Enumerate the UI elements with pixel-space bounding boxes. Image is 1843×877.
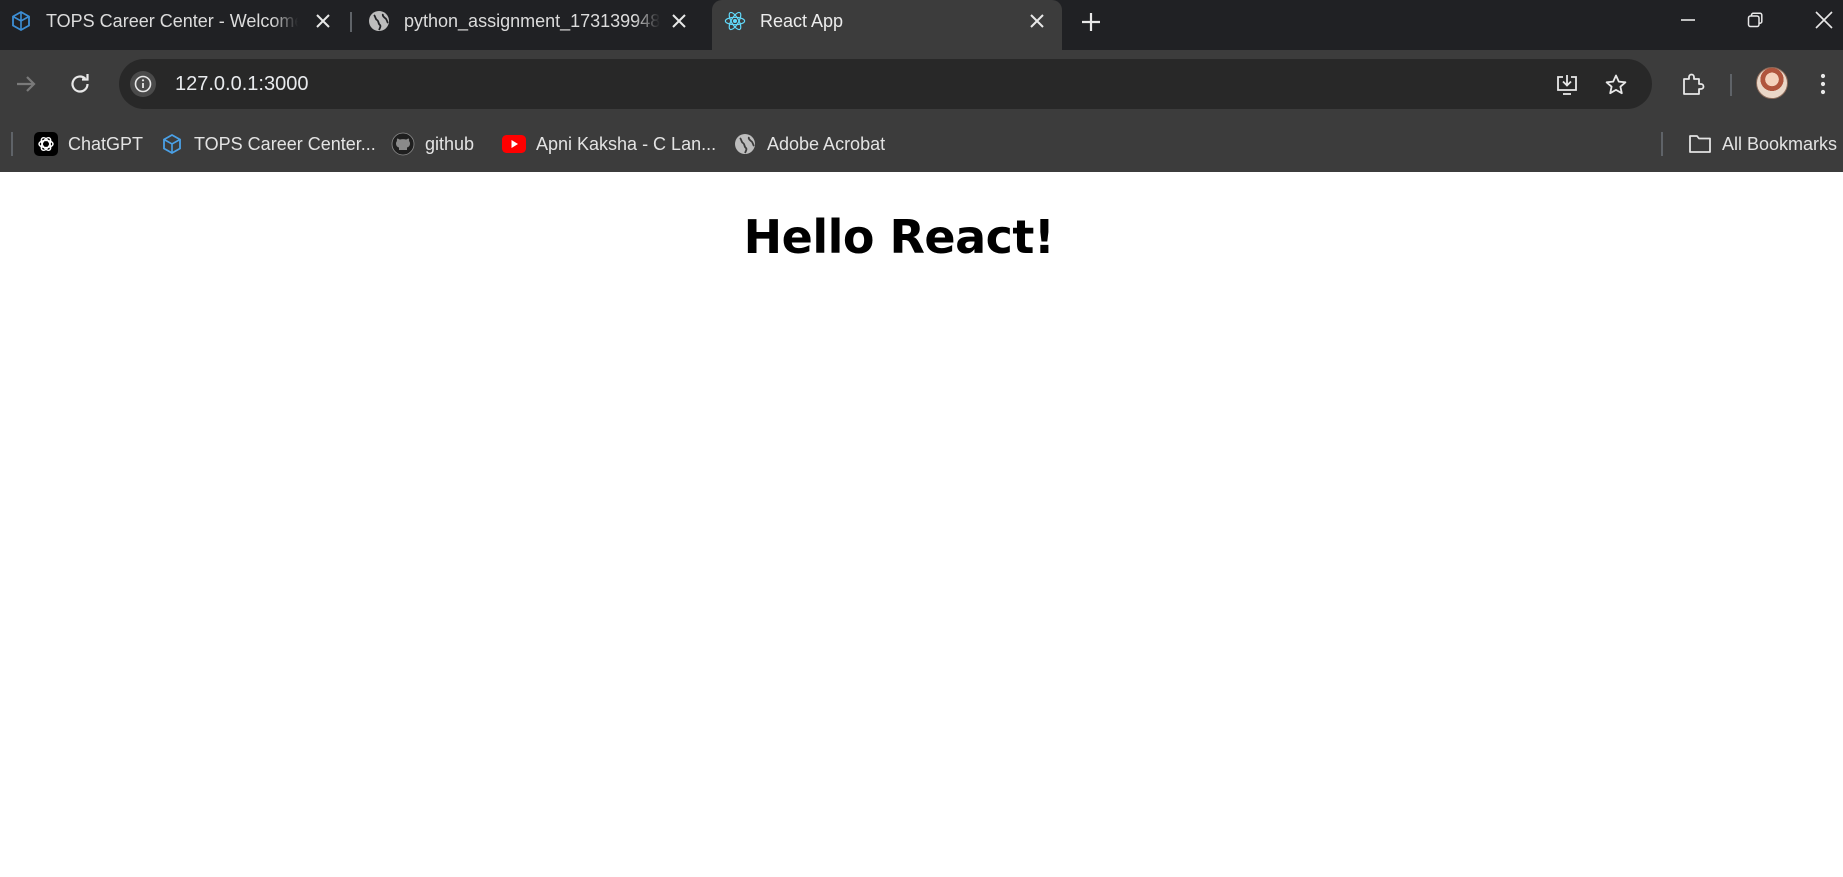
site-info-icon[interactable]	[130, 71, 156, 97]
tops-logo-icon	[10, 10, 32, 32]
close-window-button[interactable]	[1806, 4, 1842, 36]
bookmark-chatgpt[interactable]: ChatGPT	[34, 126, 143, 162]
bookmarks-separator	[1661, 132, 1663, 156]
minimize-button[interactable]	[1670, 4, 1706, 36]
toolbar-divider	[1730, 74, 1732, 96]
forward-button[interactable]	[9, 67, 43, 101]
page-heading: Hello React!	[743, 210, 1055, 264]
globe-icon	[733, 132, 757, 156]
page-viewport: Hello React!	[0, 172, 1843, 877]
url-text[interactable]: 127.0.0.1:3000	[175, 73, 308, 95]
close-tab-icon[interactable]	[668, 10, 690, 32]
restore-button[interactable]	[1737, 4, 1773, 36]
tab-strip: TOPS Career Center - Welcome python_assi…	[0, 0, 1843, 50]
bookmark-star-icon[interactable]	[1602, 71, 1630, 99]
bookmark-apni-kaksha[interactable]: Apni Kaksha - C Lan...	[502, 126, 716, 162]
tab-title: React App	[760, 11, 844, 31]
bookmark-tops-career-center[interactable]: TOPS Career Center...	[160, 126, 376, 162]
bookmark-label: Apni Kaksha - C Lan...	[536, 133, 717, 154]
bookmark-label: TOPS Career Center...	[194, 133, 376, 154]
restore-icon	[1747, 12, 1763, 28]
close-tab-icon[interactable]	[1026, 10, 1048, 32]
tops-logo-icon	[160, 132, 184, 156]
extensions-button[interactable]	[1676, 67, 1710, 101]
bookmark-label: Adobe Acrobat	[767, 133, 886, 154]
all-bookmarks-label: All Bookmarks	[1722, 133, 1838, 154]
puzzle-icon	[1683, 73, 1705, 95]
address-bar[interactable]: 127.0.0.1:3000	[119, 59, 1652, 109]
tab-tops-career-center[interactable]: TOPS Career Center - Welcome	[0, 0, 352, 42]
install-app-icon[interactable]	[1553, 71, 1581, 99]
arrow-right-icon	[17, 76, 36, 92]
all-bookmarks-button[interactable]: All Bookmarks	[1688, 126, 1837, 162]
youtube-icon	[502, 132, 526, 156]
bookmark-adobe-acrobat[interactable]: Adobe Acrobat	[733, 126, 885, 162]
bookmarks-separator	[11, 132, 13, 156]
minimize-icon	[1681, 19, 1695, 21]
react-logo-icon	[724, 10, 746, 32]
close-icon	[1815, 11, 1833, 29]
tab-react-app[interactable]: React App	[712, 0, 1062, 50]
github-icon	[391, 132, 415, 156]
folder-icon	[1688, 132, 1712, 156]
profile-avatar[interactable]	[1756, 67, 1788, 99]
tab-title: TOPS Career Center - Welcome	[46, 11, 298, 31]
tab-title: python_assignment_17313994880	[404, 11, 660, 31]
more-vert-icon	[1820, 73, 1826, 95]
bookmark-label: ChatGPT	[68, 133, 144, 154]
reload-button[interactable]	[63, 67, 97, 101]
tab-python-assignment[interactable]: python_assignment_17313994880	[358, 0, 710, 42]
bookmarks-bar: ChatGPT TOPS Career Center... github Apn…	[0, 118, 1843, 172]
bookmark-github[interactable]: github	[391, 126, 474, 162]
bookmark-label: github	[425, 133, 475, 154]
close-tab-icon[interactable]	[312, 10, 334, 32]
tab-separator	[350, 12, 352, 32]
menu-button[interactable]	[1810, 67, 1836, 101]
browser-toolbar: 127.0.0.1:3000	[0, 50, 1843, 118]
reload-icon	[71, 74, 89, 93]
new-tab-button[interactable]	[1077, 8, 1105, 36]
globe-icon	[368, 10, 390, 32]
chatgpt-icon	[34, 132, 58, 156]
